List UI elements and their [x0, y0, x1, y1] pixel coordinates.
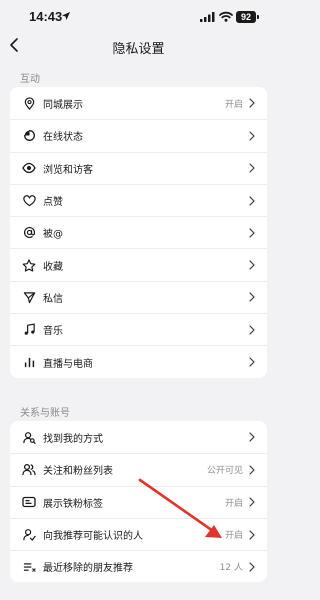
interaction-settings-card: 同城展示 开启 在线状态 浏览和访客 点赞 被@ 收藏 私信 音乐 直播与电商 [10, 87, 267, 378]
settings-row-messages[interactable]: 私信 [10, 280, 267, 313]
settings-row-local-display[interactable]: 同城展示 开启 [10, 87, 267, 119]
navigation-bar: 隐私设置 [0, 30, 277, 60]
settings-row-label: 展示铁粉标签 [43, 498, 103, 510]
user-search-icon [22, 430, 36, 444]
settings-row-label: 浏览和访客 [43, 164, 93, 176]
settings-row-label: 点赞 [43, 197, 63, 209]
online-status-icon [22, 129, 36, 143]
settings-row-browse-visitors[interactable]: 浏览和访客 [10, 151, 267, 184]
status-bar: 14:43 92 [0, 0, 277, 30]
chevron-right-icon [249, 131, 255, 141]
cellular-signal-icon [200, 12, 215, 22]
settings-row-recommend-people[interactable]: 向我推荐可能认识的人 开启 [10, 517, 267, 550]
settings-row-value: 开启 [224, 531, 243, 542]
settings-row-removed-friend-recs[interactable]: 最近移除的朋友推荐 12 人 [10, 550, 267, 582]
chevron-right-icon [249, 195, 255, 206]
settings-row-label: 被@ [43, 229, 63, 241]
chevron-right-icon [249, 325, 255, 335]
settings-row-follow-fan-list[interactable]: 关注和粉丝列表 公开可见 [10, 453, 267, 485]
at-sign-icon [22, 226, 36, 240]
relationship-settings-card: 找到我的方式 关注和粉丝列表 公开可见 展示铁粉标签 开启 向我推荐可能认识的人… [10, 421, 267, 583]
settings-row-mentions[interactable]: 被@ [10, 216, 267, 248]
chevron-right-icon [249, 260, 255, 270]
settings-row-value: 12 人 [219, 563, 243, 574]
chevron-right-icon [249, 432, 255, 442]
music-note-icon [22, 323, 36, 337]
location-arrow-icon [62, 12, 70, 20]
chevron-right-icon [249, 292, 255, 303]
settings-row-value: 开启 [224, 498, 243, 509]
chevron-right-icon [249, 228, 255, 238]
settings-row-label: 最近移除的朋友推荐 [43, 563, 133, 575]
chevron-right-icon [249, 497, 255, 507]
bar-chart-icon [22, 355, 36, 369]
section-label-relationships-account: 关系与账号 [20, 408, 70, 419]
users-icon [22, 463, 36, 477]
wifi-icon [219, 11, 233, 22]
chevron-right-icon [249, 562, 255, 572]
settings-row-favorites[interactable]: 收藏 [10, 248, 267, 280]
battery-tip [257, 15, 259, 19]
battery-indicator: 92 [236, 11, 256, 23]
settings-row-label: 找到我的方式 [43, 433, 103, 445]
badge-icon [22, 495, 36, 509]
settings-row-online-status[interactable]: 在线状态 [10, 119, 267, 151]
list-icon [22, 560, 36, 574]
chevron-right-icon [249, 163, 255, 173]
settings-row-label: 在线状态 [43, 132, 83, 144]
page-title: 隐私设置 [112, 42, 165, 57]
status-time: 14:43 [29, 9, 63, 24]
section-label-interaction: 互动 [20, 74, 40, 85]
chevron-right-icon [249, 357, 255, 367]
send-icon [22, 290, 36, 304]
location-pin-icon [22, 96, 36, 110]
chevron-right-icon [249, 529, 255, 540]
settings-row-live-commerce[interactable]: 直播与电商 [10, 345, 267, 377]
chevron-right-icon [249, 465, 255, 475]
settings-row-label: 收藏 [43, 261, 63, 273]
settings-row-find-me[interactable]: 找到我的方式 [10, 421, 267, 453]
eye-icon [22, 161, 36, 175]
settings-row-label: 私信 [43, 293, 63, 305]
settings-row-label: 向我推荐可能认识的人 [43, 531, 143, 543]
settings-row-label: 同城展示 [43, 99, 83, 111]
settings-row-value: 开启 [224, 99, 243, 110]
user-recommend-icon [22, 528, 36, 542]
settings-row-label: 音乐 [43, 326, 63, 338]
heart-icon [22, 194, 36, 208]
star-icon [22, 258, 36, 272]
settings-row-label: 关注和粉丝列表 [43, 466, 113, 478]
settings-row-label: 直播与电商 [43, 358, 93, 370]
settings-row-iron-fan-badge[interactable]: 展示铁粉标签 开启 [10, 485, 267, 518]
settings-row-likes[interactable]: 点赞 [10, 183, 267, 216]
chevron-right-icon [249, 98, 255, 108]
settings-row-music[interactable]: 音乐 [10, 313, 267, 345]
settings-row-value: 公开可见 [206, 466, 243, 477]
